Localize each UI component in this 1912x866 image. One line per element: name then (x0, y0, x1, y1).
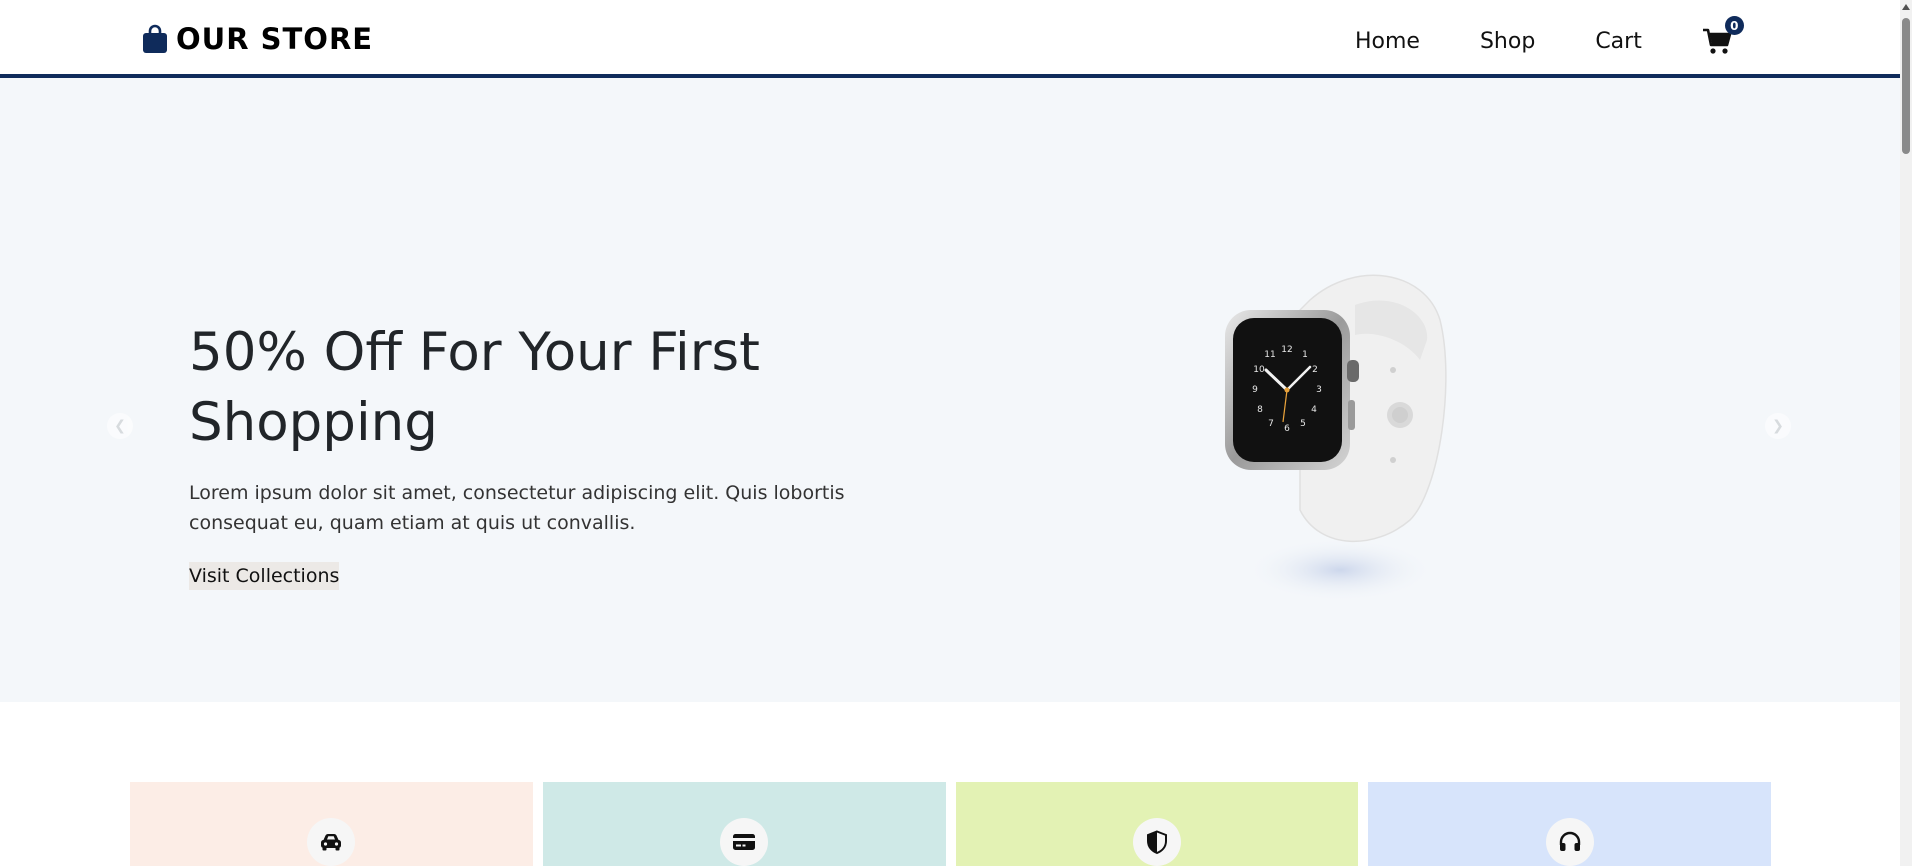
headphones-icon (1559, 831, 1580, 851)
brand-name: OUR STORE (176, 22, 374, 56)
shield-icon (1146, 830, 1167, 855)
svg-text:4: 4 (1311, 405, 1317, 415)
svg-text:9: 9 (1252, 385, 1258, 395)
cart-count-badge: 0 (1724, 16, 1744, 35)
chevron-left-icon: ❮ (114, 418, 126, 434)
feature-card-security (955, 782, 1359, 866)
hero-title: 50% Off For Your First Shopping (189, 322, 760, 453)
page-scrollbar[interactable] (1900, 0, 1912, 866)
hero-description: Lorem ipsum dolor sit amet, consectetur … (189, 482, 845, 534)
svg-text:11: 11 (1264, 350, 1275, 360)
smartwatch-image: 12 1 2 3 4 5 6 7 8 9 10 11 (1225, 274, 1447, 602)
credit-card-icon (733, 834, 756, 850)
nav-cart-link[interactable]: Cart (1595, 29, 1642, 54)
svg-text:5: 5 (1300, 419, 1306, 429)
nav-shop-link[interactable]: Shop (1480, 29, 1535, 54)
carousel-prev-button[interactable]: ❮ (107, 413, 133, 439)
visit-collections-button[interactable]: Visit Collections (189, 562, 340, 590)
site-header: OUR STORE Home Shop Cart 0 (0, 0, 1900, 78)
features-row (130, 782, 1771, 866)
svg-text:1: 1 (1302, 350, 1308, 360)
feature-icon-circle (720, 818, 769, 866)
svg-text:7: 7 (1268, 419, 1274, 429)
main-nav: Home Shop Cart 0 (1355, 16, 1744, 56)
feature-card-support (1368, 782, 1771, 866)
feature-card-payment (542, 782, 946, 866)
feature-icon-circle (1545, 818, 1594, 866)
feature-icon-circle (1132, 818, 1181, 866)
brand-logo[interactable]: OUR STORE (142, 22, 373, 56)
svg-text:10: 10 (1253, 365, 1265, 375)
car-icon (321, 834, 342, 851)
feature-card-delivery (130, 782, 533, 866)
hero-carousel: ❮ 50% Off For Your First Shopping Lorem … (0, 78, 1900, 702)
scrollbar-thumb[interactable] (1902, 18, 1910, 154)
svg-text:2: 2 (1312, 365, 1318, 375)
svg-text:3: 3 (1316, 385, 1322, 395)
nav-home-link[interactable]: Home (1355, 29, 1420, 54)
scroll-up-icon[interactable] (1902, 4, 1910, 10)
carousel-next-button[interactable]: ❯ (1765, 413, 1791, 439)
shopping-bag-icon (143, 24, 167, 53)
svg-text:12: 12 (1281, 345, 1292, 355)
svg-text:8: 8 (1257, 405, 1263, 415)
svg-text:6: 6 (1284, 424, 1290, 434)
cart-button[interactable]: 0 (1702, 16, 1744, 56)
chevron-right-icon: ❯ (1772, 418, 1784, 434)
feature-icon-circle (307, 818, 356, 866)
